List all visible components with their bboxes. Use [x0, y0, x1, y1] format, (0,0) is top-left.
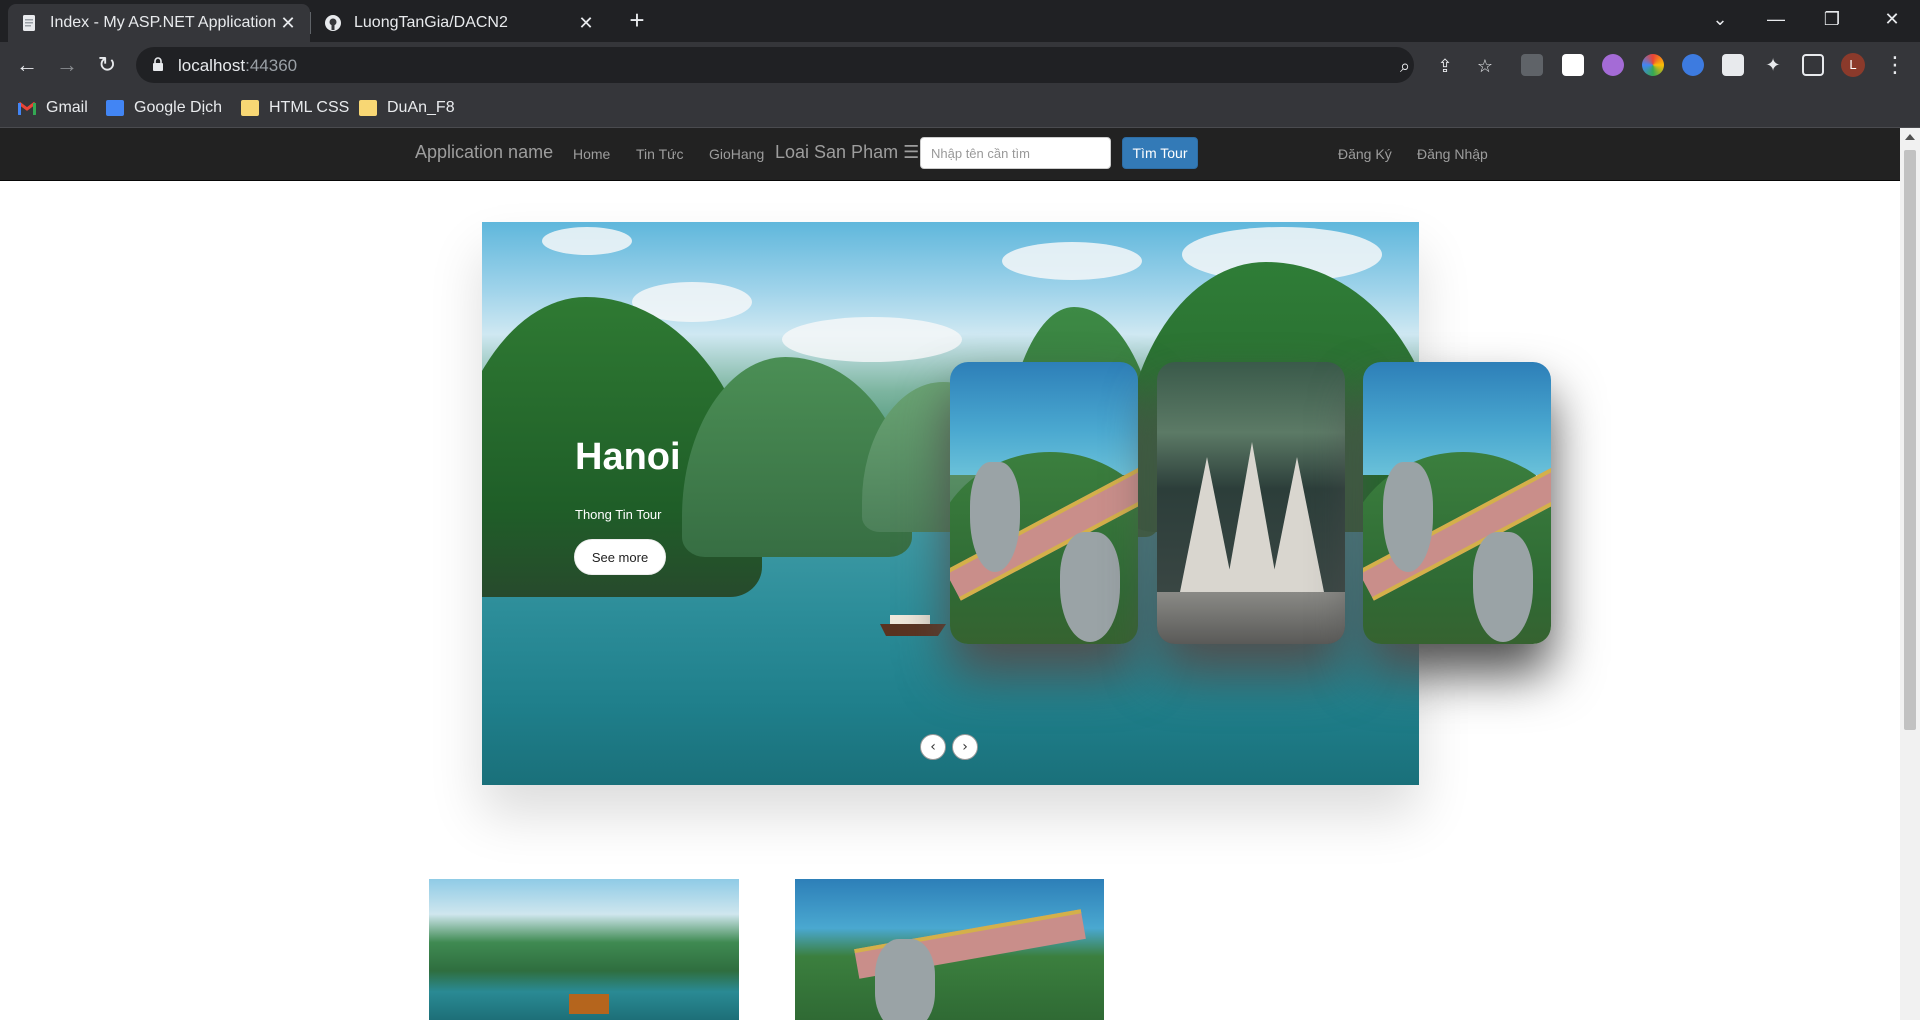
url-port: :44360 [245, 56, 298, 75]
register-link[interactable]: Đăng Ký [1338, 146, 1392, 162]
color-wheel-icon[interactable] [1642, 54, 1664, 76]
prev-slide-button[interactable]: ‹ [920, 734, 946, 760]
stone-hand-shape [1060, 532, 1120, 642]
gmail-icon [18, 101, 36, 115]
cloud-shape [542, 227, 632, 255]
camera-icon[interactable] [1521, 54, 1543, 76]
zoom-icon[interactable]: ⌕ [1394, 56, 1416, 78]
puzzle-icon[interactable]: ✦ [1762, 54, 1784, 76]
github-icon [325, 15, 341, 31]
hero-subtitle: Thong Tin Tour [575, 507, 662, 522]
login-link[interactable]: Đăng Nhập [1417, 146, 1488, 162]
forward-icon[interactable]: → [52, 50, 82, 80]
bookmark-gmail[interactable]: Gmail [18, 96, 88, 120]
tab-github[interactable]: LuongTanGia/DACN2 ✕ [312, 4, 608, 42]
share-icon[interactable]: ⇪ [1434, 56, 1456, 78]
cloud-shape [782, 317, 962, 362]
stone-hand-shape [1473, 532, 1533, 642]
search-input[interactable] [920, 137, 1111, 169]
junk-boat-image [880, 615, 946, 636]
nav-cart[interactable]: GioHang [709, 146, 764, 162]
side-panel-icon[interactable] [1802, 54, 1824, 76]
slide-card-golden-bridge[interactable] [950, 362, 1138, 644]
bookmark-star-icon[interactable]: ☆ [1474, 56, 1496, 78]
url-host: localhost [178, 56, 246, 75]
folder-icon [359, 100, 377, 116]
boat-shape [569, 994, 609, 1014]
google-translate-icon [106, 100, 124, 116]
address-bar[interactable]: localhost:44360 ⌕ ⇪ ☆ [136, 47, 1493, 83]
back-icon[interactable]: ← [12, 50, 42, 80]
nav-news[interactable]: Tin Tức [636, 146, 684, 162]
bookmarks-bar: Gmail Google Dịch HTML CSS DuAn_F8 [0, 88, 1920, 128]
tab-search-icon[interactable]: ⌄ [1692, 0, 1748, 40]
bookmark-label: HTML CSS [269, 99, 350, 116]
slide-card-golden-bridge[interactable] [1363, 362, 1551, 644]
page-favicon-icon [23, 15, 35, 31]
bookmark-label: Gmail [46, 99, 88, 116]
scrollbar-thumb[interactable] [1904, 150, 1916, 730]
tab-title: Index - My ASP.NET Application [50, 14, 277, 31]
cloud-shape [1002, 242, 1142, 280]
hero-title: Hanoi [575, 436, 681, 478]
close-window-icon[interactable]: ✕ [1864, 0, 1920, 40]
tab-divider [310, 12, 311, 34]
tab-title: LuongTanGia/DACN2 [354, 14, 508, 31]
tour-thumbnail-halong[interactable] [429, 879, 739, 1020]
bookmark-google-dich[interactable]: Google Dịch [106, 96, 222, 120]
profile-avatar[interactable]: L [1841, 53, 1865, 77]
search-tour-button[interactable]: Tìm Tour [1122, 137, 1198, 169]
app-navbar: Application name Home Tin Tức GioHang Lo… [0, 128, 1900, 181]
stone-hand-shape [1383, 462, 1433, 572]
brand-link[interactable]: Application name [415, 142, 553, 163]
nav-home[interactable]: Home [573, 146, 610, 162]
close-tab-icon[interactable]: ✕ [278, 13, 298, 34]
minimize-icon[interactable]: — [1748, 0, 1804, 40]
close-tab-icon[interactable]: ✕ [576, 13, 596, 34]
new-tab-icon[interactable]: + [622, 6, 652, 36]
category-dropdown[interactable]: Loai San Pham ☰ [775, 142, 919, 163]
b-extension-icon[interactable] [1562, 54, 1584, 76]
stone-hand-shape [970, 462, 1020, 572]
pavilion-roof-shape [1267, 457, 1327, 607]
stone-hand-shape [875, 939, 935, 1020]
slide-card-pavilion[interactable] [1157, 362, 1345, 644]
tour-thumbnail-golden-bridge[interactable] [795, 879, 1104, 1020]
browser-toolbar: ← → ↻ localhost:44360 ⌕ ⇪ ☆ ✦ L ⋮ [0, 42, 1920, 88]
purple-extension-icon[interactable] [1602, 54, 1624, 76]
folder-icon [241, 100, 259, 116]
blue-sync-icon[interactable] [1682, 54, 1704, 76]
bookmark-duan-f8[interactable]: DuAn_F8 [359, 96, 455, 120]
see-more-button[interactable]: See more [574, 539, 666, 575]
url-text: localhost:44360 [178, 56, 297, 76]
more-menu-icon[interactable]: ⋮ [1880, 50, 1910, 80]
restore-icon[interactable]: ❐ [1804, 0, 1860, 40]
search-ext-icon[interactable] [1722, 54, 1744, 76]
page-scrollbar[interactable] [1900, 128, 1920, 1020]
scroll-up-icon[interactable] [1905, 134, 1915, 140]
bookmark-html-css[interactable]: HTML CSS [241, 96, 349, 120]
page-viewport: Application name Home Tin Tức GioHang Lo… [0, 128, 1900, 1020]
hero-slider: Hanoi Thong Tin Tour See more ‹ › [482, 222, 1551, 785]
bookmark-label: Google Dịch [134, 99, 223, 116]
browser-tabbar: Index - My ASP.NET Application ✕ LuongTa… [0, 0, 1920, 42]
reload-icon[interactable]: ↻ [92, 50, 122, 80]
tab-index[interactable]: Index - My ASP.NET Application ✕ [8, 4, 310, 42]
lock-icon [153, 57, 163, 71]
next-slide-button[interactable]: › [952, 734, 978, 760]
bookmark-label: DuAn_F8 [387, 99, 455, 116]
plaza-shape [1157, 592, 1345, 644]
